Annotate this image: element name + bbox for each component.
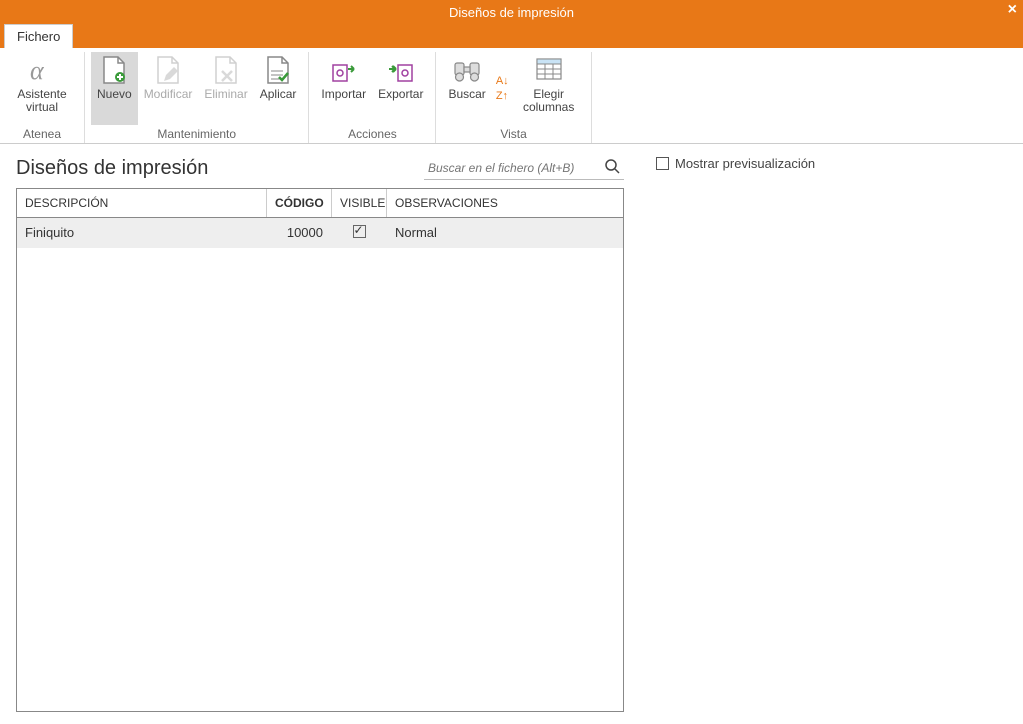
exportar-label: Exportar: [378, 88, 423, 101]
elegir-columnas-button[interactable]: Elegir columnas: [513, 52, 585, 125]
ribbon-group-vista: Buscar A↓ Z↑ Elegir columnas: [436, 52, 591, 143]
elegir-columnas-label: Elegir columnas: [519, 88, 579, 114]
binoculars-icon: [451, 54, 483, 86]
ribbon-group-mantenimiento: Nuevo Modificar: [85, 52, 309, 143]
grid-header: DESCRIPCIÓN CÓDIGO VISIBLE OBSERVACIONES: [17, 189, 623, 218]
page-title: Diseños de impresión: [16, 157, 208, 180]
content-area: Diseños de impresión DESCRIPCIÓN CÓDIGO …: [0, 144, 1023, 724]
modificar-label: Modificar: [144, 88, 193, 101]
exportar-button[interactable]: Exportar: [372, 52, 429, 125]
check-icon: [353, 225, 366, 238]
import-icon: [328, 54, 360, 86]
checkbox-icon: [656, 157, 669, 170]
importar-button[interactable]: Importar: [315, 52, 372, 125]
eliminar-button[interactable]: Eliminar: [198, 52, 253, 125]
sort-desc-button[interactable]: Z↑: [496, 90, 509, 102]
search-box[interactable]: [424, 156, 624, 180]
search-input[interactable]: [428, 161, 604, 175]
importar-label: Importar: [321, 88, 366, 101]
right-pane: Mostrar previsualización: [640, 144, 1023, 724]
group-label-atenea: Atenea: [6, 125, 78, 143]
cell-descripcion: Finiquito: [17, 218, 267, 248]
sort-desc-icon: Z↑: [496, 90, 508, 102]
columns-icon: [533, 54, 565, 86]
window-title: Diseños de impresión: [449, 5, 574, 20]
col-codigo[interactable]: CÓDIGO: [267, 189, 332, 217]
asistente-button[interactable]: α Asistente virtual: [6, 52, 78, 125]
cell-codigo: 10000: [267, 218, 332, 248]
sort-controls: A↓ Z↑: [492, 52, 513, 125]
page-add-icon: [98, 54, 130, 86]
buscar-label: Buscar: [448, 88, 485, 101]
buscar-button[interactable]: Buscar: [442, 52, 491, 125]
preview-checkbox[interactable]: Mostrar previsualización: [656, 156, 1007, 171]
sort-asc-icon: A↓: [496, 75, 509, 87]
header-row: Diseños de impresión: [16, 156, 624, 180]
export-icon: [385, 54, 417, 86]
page-delete-icon: [210, 54, 242, 86]
page-edit-icon: [152, 54, 184, 86]
tab-fichero[interactable]: Fichero: [4, 24, 73, 48]
col-observaciones[interactable]: OBSERVACIONES: [387, 189, 623, 217]
alpha-icon: α: [26, 54, 58, 86]
titlebar: Diseños de impresión ×: [0, 0, 1023, 24]
group-label-acciones: Acciones: [315, 125, 429, 143]
page-check-icon: [262, 54, 294, 86]
eliminar-label: Eliminar: [204, 88, 247, 101]
group-label-vista: Vista: [442, 125, 584, 143]
aplicar-label: Aplicar: [260, 88, 297, 101]
svg-text:α: α: [30, 56, 45, 85]
group-label-mantenimiento: Mantenimiento: [91, 125, 302, 143]
ribbon-group-atenea: α Asistente virtual Atenea: [0, 52, 85, 143]
cell-observaciones: Normal: [387, 218, 623, 248]
data-grid: DESCRIPCIÓN CÓDIGO VISIBLE OBSERVACIONES…: [16, 188, 624, 712]
sort-asc-button[interactable]: A↓: [496, 75, 509, 87]
tab-row: Fichero: [0, 24, 1023, 48]
left-pane: Diseños de impresión DESCRIPCIÓN CÓDIGO …: [0, 144, 640, 724]
table-row[interactable]: Finiquito 10000 Normal: [17, 218, 623, 248]
preview-label: Mostrar previsualización: [675, 156, 815, 171]
ribbon: α Asistente virtual Atenea Nuevo: [0, 48, 1023, 144]
grid-body: Finiquito 10000 Normal: [17, 218, 623, 711]
modificar-button[interactable]: Modificar: [138, 52, 199, 125]
col-descripcion[interactable]: DESCRIPCIÓN: [17, 189, 267, 217]
search-icon[interactable]: [604, 158, 620, 177]
cell-visible: [332, 218, 387, 248]
ribbon-group-acciones: Importar Exportar Acciones: [309, 52, 436, 143]
asistente-label: Asistente virtual: [12, 88, 72, 114]
col-visible[interactable]: VISIBLE: [332, 189, 387, 217]
nuevo-label: Nuevo: [97, 88, 132, 101]
nuevo-button[interactable]: Nuevo: [91, 52, 138, 125]
close-icon[interactable]: ×: [1008, 0, 1017, 20]
aplicar-button[interactable]: Aplicar: [254, 52, 303, 125]
